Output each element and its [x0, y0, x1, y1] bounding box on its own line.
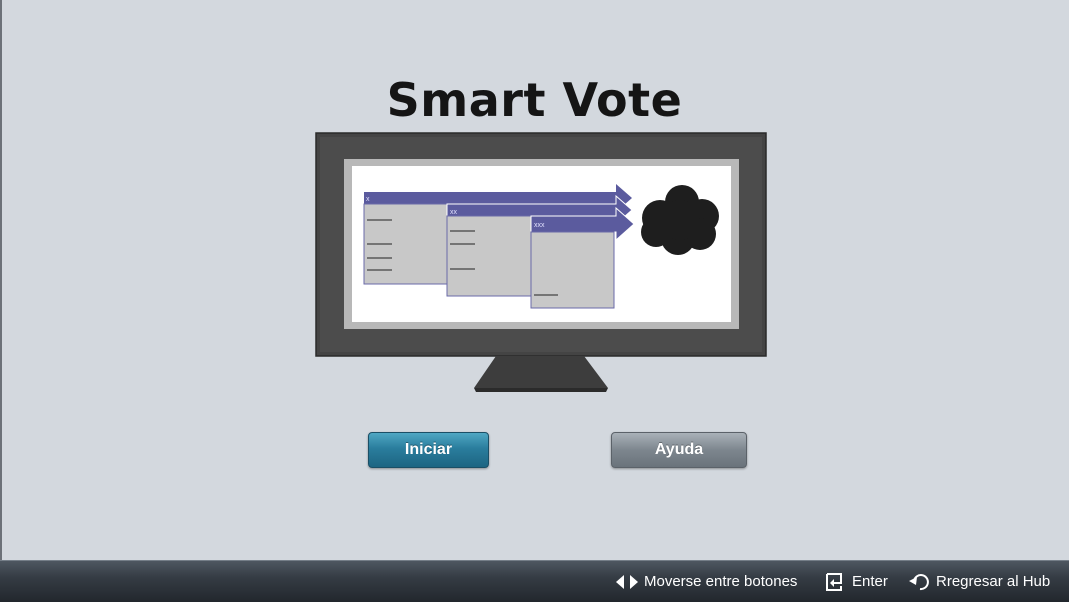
start-button[interactable]: Iniciar: [368, 432, 489, 468]
help-button[interactable]: Ayuda: [611, 432, 747, 468]
tv-illustration: x xx xxx: [310, 128, 772, 396]
hint-back-label: Rregresar al Hub: [936, 573, 1051, 590]
enter-icon: [826, 572, 842, 591]
page-title: Smart Vote: [386, 72, 683, 127]
window-1-label: x: [366, 196, 370, 203]
window-3-label: xxx: [534, 222, 545, 229]
hint-enter: Enter: [824, 561, 888, 602]
return-arrow-icon: [909, 573, 929, 590]
hint-back: Rregresar al Hub: [908, 561, 1050, 602]
tv-stand: [474, 356, 608, 388]
hint-move: Moverse entre botones: [616, 561, 797, 602]
footer-bar: Moverse entre botones Enter Rregresar al…: [0, 560, 1069, 602]
left-right-arrows-icon: [616, 574, 638, 589]
hint-enter-label: Enter: [852, 573, 888, 590]
window-2-label: xx: [450, 209, 458, 216]
hint-move-label: Moverse entre botones: [644, 573, 798, 590]
